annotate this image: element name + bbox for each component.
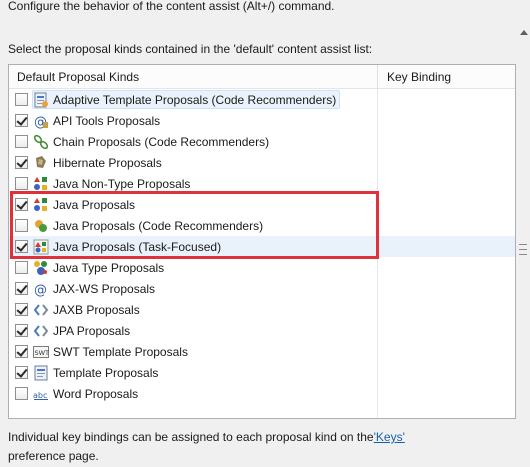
checkbox-hibernate[interactable]: [15, 156, 28, 169]
recommenders-icon: [33, 218, 49, 234]
table-row[interactable]: Java Proposals (Code Recommenders): [9, 215, 515, 236]
proposal-label: Chain Proposals (Code Recommenders): [53, 134, 270, 149]
row-content: @ API Tools Proposals: [32, 111, 164, 130]
checkbox-template[interactable]: [15, 366, 28, 379]
proposal-label: Word Proposals: [53, 386, 139, 401]
checkbox-java-task-focused[interactable]: [15, 240, 28, 253]
table-row[interactable]: Adaptive Template Proposals (Code Recomm…: [9, 89, 515, 110]
row-content: Java Proposals: [32, 195, 139, 214]
proposal-label: Java Non-Type Proposals: [53, 176, 191, 191]
api-tools-icon: @: [33, 113, 49, 129]
checkbox-chain[interactable]: [15, 135, 28, 148]
checkbox-java[interactable]: [15, 198, 28, 211]
table-row[interactable]: Hibernate Proposals: [9, 152, 515, 173]
content-assist-advanced-page: Configure the behavior of the content as…: [0, 0, 530, 467]
proposal-label: Java Proposals (Code Recommenders): [53, 218, 264, 233]
proposal-rows: Adaptive Template Proposals (Code Recomm…: [9, 89, 515, 404]
proposal-label: JPA Proposals: [53, 323, 131, 338]
checkbox-java-recommenders[interactable]: [15, 219, 28, 232]
table-row[interactable]: @ JAX-WS Proposals: [9, 278, 515, 299]
footer-text-after: preference page.: [8, 449, 99, 463]
jpa-icon: [33, 323, 49, 339]
checkbox-java-non-type[interactable]: [15, 177, 28, 190]
hibernate-icon: [33, 155, 49, 171]
template-icon: [33, 92, 49, 108]
row-content: @ JAX-WS Proposals: [32, 279, 159, 298]
scroll-up-arrow-icon[interactable]: [520, 30, 528, 35]
column-header-kinds[interactable]: Default Proposal Kinds: [9, 65, 377, 89]
proposal-label: JAX-WS Proposals: [53, 281, 156, 296]
checkbox-swt-template[interactable]: [15, 345, 28, 358]
checkbox-adaptive-template[interactable]: [15, 93, 28, 106]
footer-text-before: Individual key bindings can be assigned …: [8, 430, 374, 444]
table-row[interactable]: Java Proposals: [9, 194, 515, 215]
table-row[interactable]: Java Proposals (Task-Focused): [9, 236, 515, 257]
checkbox-java-type[interactable]: [15, 261, 28, 274]
vertical-scrollbar[interactable]: [516, 0, 530, 467]
checkbox-word[interactable]: [15, 387, 28, 400]
proposal-label: Java Type Proposals: [53, 260, 165, 275]
task-focused-icon: [33, 239, 49, 255]
proposal-kinds-table[interactable]: Default Proposal Kinds Key Binding Adapt…: [8, 64, 516, 419]
table-row[interactable]: Chain Proposals (Code Recommenders): [9, 131, 515, 152]
row-content: Java Proposals (Task-Focused): [32, 237, 225, 256]
java-type-icon: [33, 260, 49, 276]
footer-note: Individual key bindings can be assigned …: [8, 428, 508, 466]
scroll-thumb-grip-icon[interactable]: [519, 244, 527, 255]
table-row[interactable]: Template Proposals: [9, 362, 515, 383]
table-row[interactable]: JAXB Proposals: [9, 299, 515, 320]
row-content: Template Proposals: [32, 363, 162, 382]
table-row[interactable]: SWT SWT Template Proposals: [9, 341, 515, 362]
template-doc-icon: [33, 365, 49, 381]
row-content: Java Type Proposals: [32, 258, 168, 277]
checkbox-jaxb[interactable]: [15, 303, 28, 316]
proposal-label: Hibernate Proposals: [53, 155, 162, 170]
proposal-label: Java Proposals (Task-Focused): [53, 239, 222, 254]
checkbox-api-tools[interactable]: [15, 114, 28, 127]
java-shapes-icon: [33, 176, 49, 192]
jaxws-icon: @: [33, 281, 49, 297]
svg-text:@: @: [34, 283, 47, 297]
proposal-label: Template Proposals: [53, 365, 159, 380]
table-header: Default Proposal Kinds Key Binding: [9, 65, 515, 89]
jaxb-icon: [33, 302, 49, 318]
table-row[interactable]: @ API Tools Proposals: [9, 110, 515, 131]
swt-icon: SWT: [33, 344, 49, 360]
word-icon: abc: [33, 386, 49, 402]
svg-text:SWT: SWT: [35, 349, 50, 357]
column-header-key-binding[interactable]: Key Binding: [377, 65, 515, 89]
row-content: abc Word Proposals: [32, 384, 142, 403]
proposal-label: Java Proposals: [53, 197, 136, 212]
table-row[interactable]: Java Non-Type Proposals: [9, 173, 515, 194]
svg-text:abc: abc: [33, 391, 47, 400]
proposal-label: SWT Template Proposals: [53, 344, 188, 359]
table-row[interactable]: abc Word Proposals: [9, 383, 515, 404]
chain-icon: [33, 134, 49, 150]
checkbox-jax-ws[interactable]: [15, 282, 28, 295]
row-content: Adaptive Template Proposals (Code Recomm…: [32, 90, 341, 109]
proposal-label: Adaptive Template Proposals (Code Recomm…: [53, 92, 337, 107]
proposal-kinds-label: Select the proposal kinds contained in t…: [8, 42, 373, 56]
keys-link[interactable]: 'Keys': [374, 430, 405, 444]
row-content: Java Non-Type Proposals: [32, 174, 194, 193]
row-content: SWT SWT Template Proposals: [32, 342, 192, 361]
table-row[interactable]: Java Type Proposals: [9, 257, 515, 278]
java-shapes-icon: [33, 197, 49, 213]
row-content: JAXB Proposals: [32, 300, 144, 319]
row-content: Java Proposals (Code Recommenders): [32, 216, 267, 235]
proposal-label: JAXB Proposals: [53, 302, 140, 317]
description-text: Configure the behavior of the content as…: [8, 0, 335, 13]
row-content: Hibernate Proposals: [32, 153, 166, 172]
row-content: Chain Proposals (Code Recommenders): [32, 132, 273, 151]
checkbox-jpa[interactable]: [15, 324, 28, 337]
proposal-label: API Tools Proposals: [53, 113, 161, 128]
row-content: JPA Proposals: [32, 321, 134, 340]
table-row[interactable]: JPA Proposals: [9, 320, 515, 341]
